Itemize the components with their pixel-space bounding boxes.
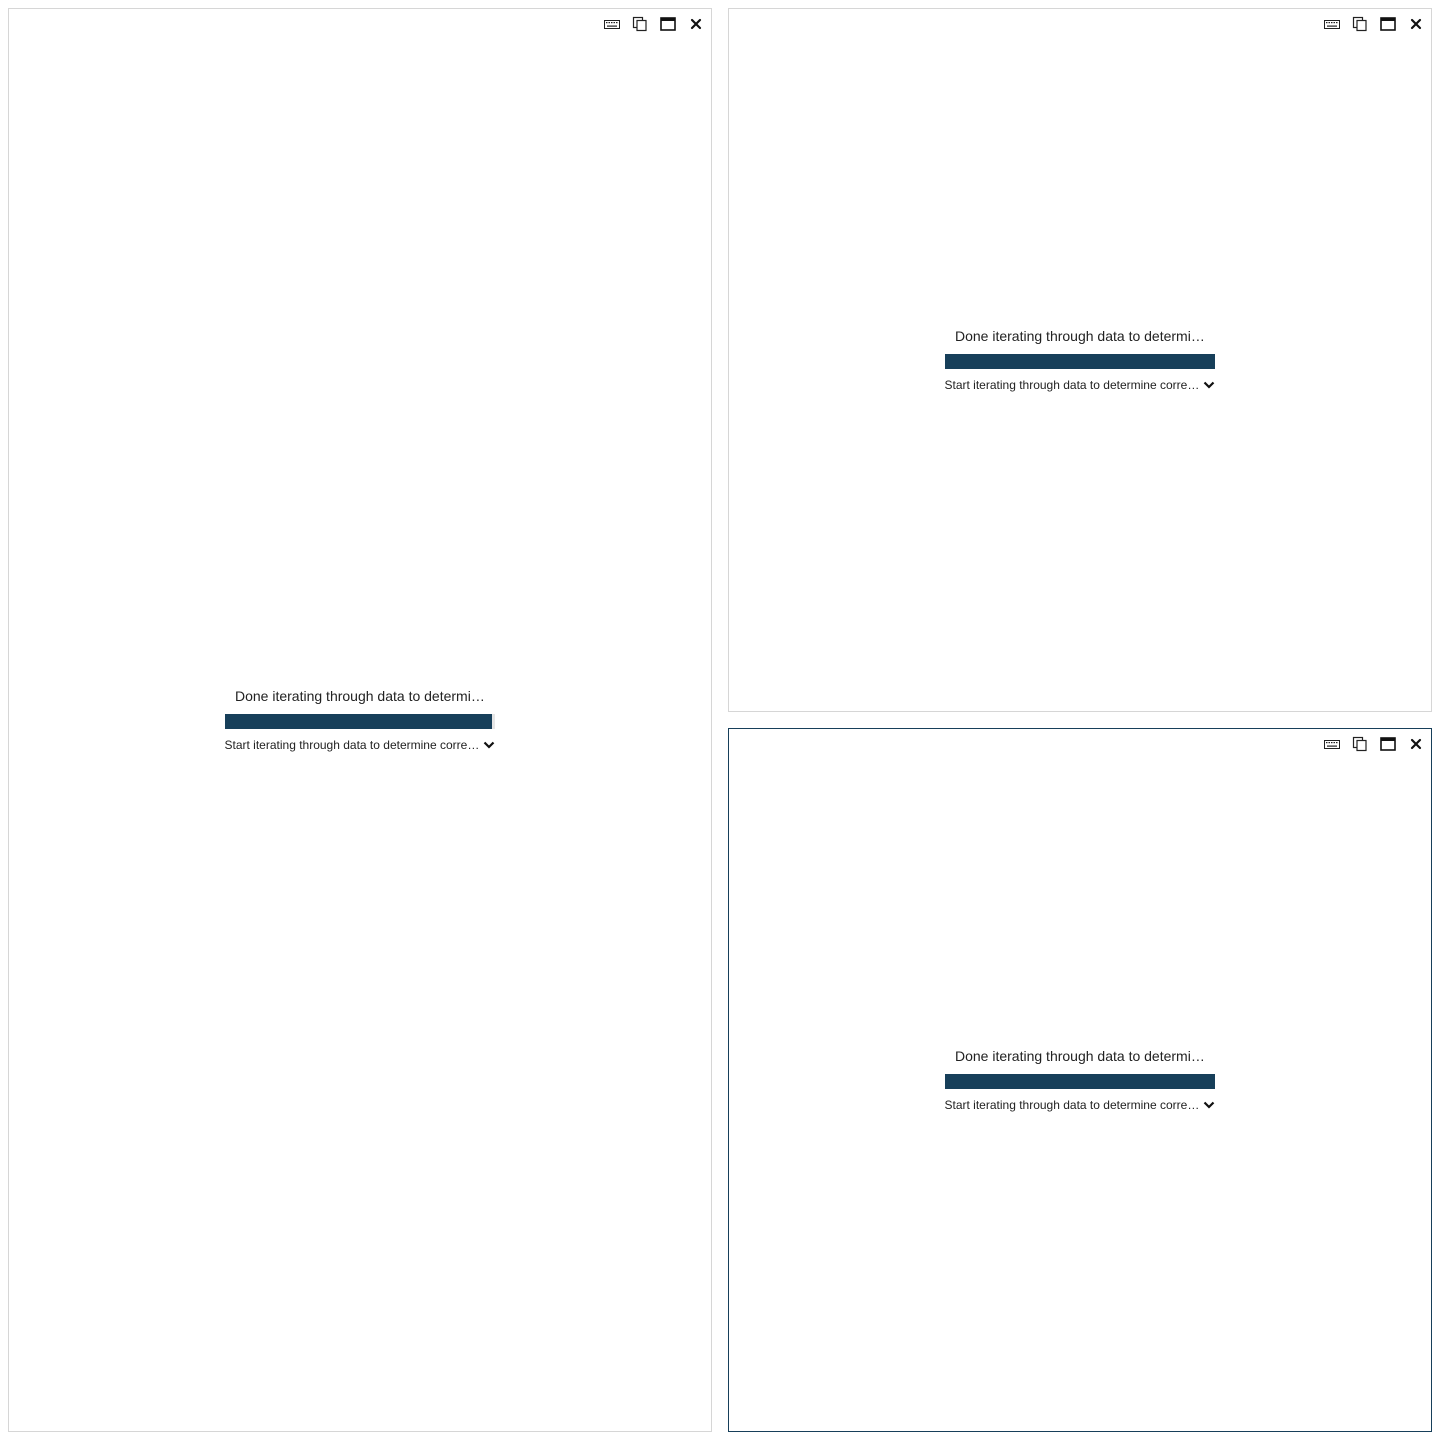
chevron-down-icon[interactable] — [1202, 1098, 1216, 1112]
panel-top-right: Done iterating through data to determine… — [728, 8, 1432, 712]
panel-toolbar — [603, 15, 705, 33]
progress-fill — [945, 354, 1215, 369]
status-detail: Start iterating through data to determin… — [224, 738, 480, 752]
status-title: Done iterating through data to determine… — [955, 1048, 1205, 1064]
panel-left: Done iterating through data to determine… — [8, 8, 712, 1432]
maximize-icon[interactable] — [1379, 15, 1397, 33]
detail-toggle[interactable]: Start iterating through data to determin… — [225, 738, 496, 752]
chevron-down-icon[interactable] — [482, 738, 496, 752]
maximize-icon[interactable] — [1379, 735, 1397, 753]
panel-bottom-right: Done iterating through data to determine… — [728, 728, 1432, 1432]
progress-bar — [225, 714, 495, 729]
status-box: Done iterating through data to determine… — [935, 328, 1225, 392]
progress-bar — [945, 354, 1215, 369]
copy-icon[interactable] — [631, 15, 649, 33]
close-icon[interactable] — [1407, 735, 1425, 753]
keyboard-icon[interactable] — [1323, 735, 1341, 753]
copy-icon[interactable] — [1351, 735, 1369, 753]
status-detail: Start iterating through data to determin… — [944, 1098, 1200, 1112]
close-icon[interactable] — [687, 15, 705, 33]
status-title: Done iterating through data to determine… — [235, 688, 485, 704]
close-icon[interactable] — [1407, 15, 1425, 33]
detail-toggle[interactable]: Start iterating through data to determin… — [945, 378, 1216, 392]
status-box: Done iterating through data to determine… — [935, 1048, 1225, 1112]
keyboard-icon[interactable] — [1323, 15, 1341, 33]
panel-toolbar — [1323, 735, 1425, 753]
status-detail: Start iterating through data to determin… — [944, 378, 1200, 392]
status-box: Done iterating through data to determine… — [215, 688, 505, 752]
keyboard-icon[interactable] — [603, 15, 621, 33]
progress-fill — [225, 714, 493, 729]
progress-fill — [945, 1074, 1215, 1089]
status-title: Done iterating through data to determine… — [955, 328, 1205, 344]
progress-bar — [945, 1074, 1215, 1089]
maximize-icon[interactable] — [659, 15, 677, 33]
chevron-down-icon[interactable] — [1202, 378, 1216, 392]
detail-toggle[interactable]: Start iterating through data to determin… — [945, 1098, 1216, 1112]
panel-toolbar — [1323, 15, 1425, 33]
copy-icon[interactable] — [1351, 15, 1369, 33]
